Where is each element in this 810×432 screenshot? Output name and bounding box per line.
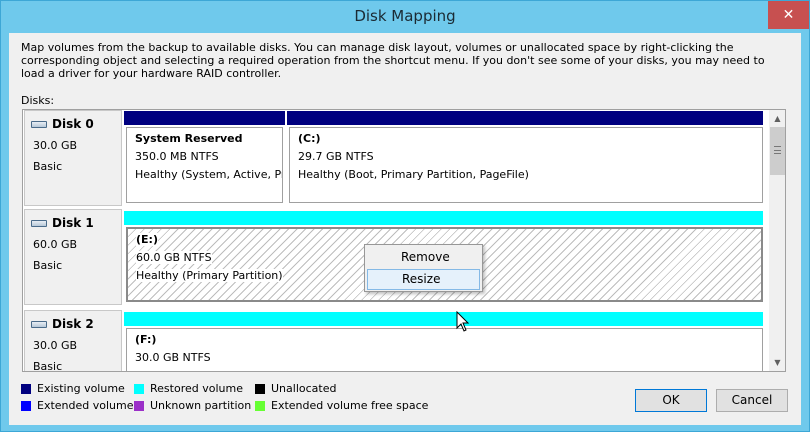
legend-label: Existing volume — [37, 382, 125, 395]
disk-type: Basic — [33, 259, 63, 272]
vertical-scrollbar[interactable]: ▲ ▼ — [769, 110, 785, 371]
disk-label: Disk 0 — [52, 117, 94, 131]
scroll-up-icon[interactable]: ▲ — [769, 110, 785, 127]
volume-name: (F:) — [135, 333, 157, 346]
legend-restored-volume: Restored volume — [134, 382, 243, 395]
disk-name-1: Disk 1 — [31, 216, 94, 230]
scroll-thumb[interactable] — [770, 127, 785, 175]
disk-name-0: Disk 0 — [31, 117, 94, 131]
volume-size: 60.0 GB NTFS — [136, 251, 212, 264]
hard-disk-icon — [31, 120, 47, 128]
swatch-unknown-partition — [134, 400, 144, 411]
hard-disk-icon — [31, 219, 47, 227]
legend-label: Extended volume free space — [271, 399, 429, 412]
volume-name: System Reserved — [135, 132, 243, 145]
volume-name: (E:) — [136, 233, 158, 246]
disk-info-0[interactable]: Disk 0 30.0 GB Basic — [24, 110, 122, 206]
legend-extended-volume: Extended volume — [21, 399, 134, 412]
mouse-pointer-icon — [456, 311, 470, 332]
volume-bar-f — [124, 312, 763, 326]
volume-size: 30.0 GB NTFS — [135, 351, 211, 364]
volume-status: Healthy (Primary Partition) — [136, 269, 283, 282]
menu-item-resize[interactable]: Resize — [367, 269, 480, 290]
description-text: Map volumes from the backup to available… — [21, 41, 765, 80]
legend-label: Restored volume — [150, 382, 243, 395]
scroll-down-icon[interactable]: ▼ — [769, 354, 785, 371]
volume-system-reserved[interactable]: System Reserved 350.0 MB NTFS Healthy (S… — [126, 127, 283, 203]
hard-disk-icon — [31, 320, 47, 328]
disk-info-1[interactable]: Disk 1 60.0 GB Basic — [24, 209, 122, 305]
disk-name-2: Disk 2 — [31, 317, 94, 331]
volume-status: Healthy (Boot, Primary Partition, PageFi… — [298, 168, 529, 181]
swatch-existing-volume — [21, 383, 31, 394]
grip-icon — [774, 146, 781, 154]
disk-row-2[interactable]: Disk 2 30.0 GB Basic (F:) 30.0 GB NTFS — [23, 310, 769, 372]
disk-mapping-window: Disk Mapping ✕ Map volumes from the back… — [0, 0, 810, 432]
legend-label: Extended volume — [37, 399, 134, 412]
legend-label: Unknown partition — [150, 399, 252, 412]
disk-row-0[interactable]: Disk 0 30.0 GB Basic System Reserved 350… — [23, 110, 769, 206]
swatch-unallocated — [255, 383, 265, 394]
legend-extended-free-space: Extended volume free space — [255, 399, 428, 412]
legend-label: Unallocated — [271, 382, 337, 395]
disks-panel[interactable]: Disk 0 30.0 GB Basic System Reserved 350… — [22, 109, 786, 372]
disk-size: 30.0 GB — [33, 139, 78, 152]
swatch-extended-free-space — [255, 400, 265, 411]
cancel-button[interactable]: Cancel — [716, 389, 788, 412]
window-title: Disk Mapping — [354, 7, 456, 25]
volume-size: 350.0 MB NTFS — [135, 150, 219, 163]
title-bar[interactable]: Disk Mapping ✕ — [1, 1, 809, 33]
disk-type: Basic — [33, 160, 63, 173]
dialog-body: Map volumes from the backup to available… — [9, 33, 801, 425]
disk-label: Disk 1 — [52, 216, 94, 230]
volume-bar-system-reserved — [124, 111, 285, 125]
close-button[interactable]: ✕ — [768, 1, 809, 29]
volume-bar-e — [124, 211, 763, 225]
volume-name: (C:) — [298, 132, 321, 145]
context-menu: Remove Resize — [364, 244, 483, 292]
volume-c[interactable]: (C:) 29.7 GB NTFS Healthy (Boot, Primary… — [289, 127, 763, 203]
ok-button[interactable]: OK — [635, 389, 707, 412]
volume-size: 29.7 GB NTFS — [298, 150, 374, 163]
disk-size: 30.0 GB — [33, 339, 78, 352]
legend-existing-volume: Existing volume — [21, 382, 125, 395]
disk-info-2[interactable]: Disk 2 30.0 GB Basic — [24, 310, 122, 372]
legend-unallocated: Unallocated — [255, 382, 336, 395]
disk-label: Disk 2 — [52, 317, 94, 331]
menu-item-remove[interactable]: Remove — [367, 248, 480, 269]
volume-status: Healthy (System, Active, Pri — [135, 168, 283, 181]
legend-unknown-partition: Unknown partition — [134, 399, 251, 412]
disks-label: Disks: — [21, 94, 55, 107]
disk-type: Basic — [33, 360, 63, 372]
swatch-extended-volume — [21, 400, 31, 411]
volume-bar-c — [287, 111, 763, 125]
swatch-restored-volume — [134, 383, 144, 394]
disk-size: 60.0 GB — [33, 238, 78, 251]
volume-f[interactable]: (F:) 30.0 GB NTFS — [126, 328, 763, 371]
